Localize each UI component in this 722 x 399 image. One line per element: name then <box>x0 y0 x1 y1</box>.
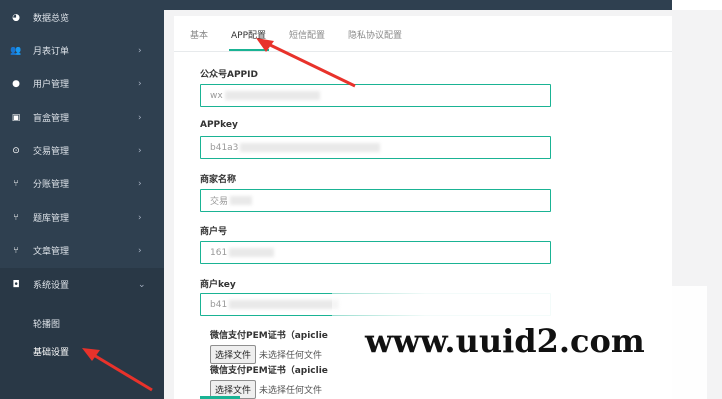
sidebar-item-question-bank[interactable]: ⑂ 题库管理 › <box>0 201 164 234</box>
redacted-value <box>224 91 320 100</box>
tab-app-config[interactable]: APP配置 <box>231 28 266 41</box>
chevron-right-icon: › <box>138 145 142 156</box>
field-label-appid: 公众号APPID <box>200 70 258 80</box>
chevron-right-icon: › <box>138 178 142 189</box>
watermark: www.uuid2.com <box>365 322 645 360</box>
exchange-icon: ⊙ <box>12 145 20 156</box>
merchant-id-input[interactable]: 161 <box>200 241 551 264</box>
sidebar-item-system-settings[interactable]: ◘ 系统设置 ⌄ <box>0 268 164 301</box>
sidebar-subitem-carousel[interactable]: 轮播图 <box>33 317 60 330</box>
field-value: b41 <box>210 299 228 310</box>
field-value: 161 <box>210 247 228 258</box>
sidebar-item-label: 系统设置 <box>33 281 70 291</box>
file-status: 未选择任何文件 <box>259 386 323 396</box>
field-value: wx <box>210 90 223 101</box>
chevron-right-icon: › <box>138 45 142 56</box>
cert-label-2: 微信支付PEM证书（apiclie <box>210 366 328 376</box>
field-value: 交易 <box>210 197 229 207</box>
top-bar <box>164 0 672 10</box>
sidebar-item-blind-box[interactable]: ▣ 盲盒管理 › <box>0 101 164 134</box>
redacted-value <box>230 196 253 205</box>
sidebar-item-label: 月表订单 <box>33 47 70 57</box>
chevron-right-icon: › <box>138 78 142 89</box>
tab-basic[interactable]: 基本 <box>190 28 208 41</box>
appid-input[interactable]: wx <box>200 84 551 107</box>
redacted-value <box>229 248 275 257</box>
submenu: 轮播图 基础设置 <box>0 301 164 399</box>
settings-icon: ◘ <box>12 279 20 290</box>
field-label-merchant-name: 商家名称 <box>200 175 237 185</box>
chevron-down-icon: ⌄ <box>138 279 146 290</box>
sidebar-item-users[interactable]: ● 用户管理 › <box>0 67 164 100</box>
appkey-input[interactable]: b41a3 <box>200 136 551 159</box>
chevron-right-icon: › <box>138 112 142 123</box>
sidebar-subitem-basic-settings[interactable]: 基础设置 <box>33 345 69 358</box>
chevron-right-icon: › <box>138 212 142 223</box>
tab-sms-config[interactable]: 短信配置 <box>289 28 325 41</box>
active-tab-indicator <box>229 49 269 51</box>
users-icon: 👥 <box>10 45 22 56</box>
sidebar-item-overview[interactable]: ◕ 数据总览 <box>0 1 164 34</box>
cert-file-picker-1: 选择文件 未选择任何文件 <box>210 345 322 364</box>
file-status: 未选择任何文件 <box>259 351 323 361</box>
field-label-merchant-key: 商户key <box>200 280 236 290</box>
box-icon: ▣ <box>11 112 21 123</box>
field-label-appkey: APPkey <box>200 120 238 130</box>
sidebar-item-label: 数据总览 <box>33 14 70 24</box>
app-root: ◕ 数据总览 👥 月表订单 › ● 用户管理 › ▣ 盲盒管理 › ⊙ 交易管理… <box>0 0 722 399</box>
fork-icon: ⑂ <box>13 212 19 223</box>
user-icon: ● <box>12 78 20 89</box>
sidebar-item-label: 盲盒管理 <box>33 114 70 124</box>
pie-chart-icon: ◕ <box>12 12 20 23</box>
redacted-value <box>240 143 381 152</box>
choose-file-button[interactable]: 选择文件 <box>210 345 257 364</box>
sidebar-item-transactions[interactable]: ⊙ 交易管理 › <box>0 134 164 167</box>
field-label-merchant-id: 商户号 <box>200 227 228 237</box>
sidebar-item-label: 分账管理 <box>33 180 70 190</box>
chevron-right-icon: › <box>138 245 142 256</box>
fork-icon: ⑂ <box>13 178 19 189</box>
cert-label-1: 微信支付PEM证书（apiclie <box>210 331 328 341</box>
sidebar: ◕ 数据总览 👥 月表订单 › ● 用户管理 › ▣ 盲盒管理 › ⊙ 交易管理… <box>0 0 164 399</box>
redacted-value <box>229 300 340 309</box>
sidebar-item-label: 用户管理 <box>33 80 70 90</box>
sidebar-item-split-accounts[interactable]: ⑂ 分账管理 › <box>0 167 164 200</box>
sidebar-item-label: 交易管理 <box>33 147 70 157</box>
tab-privacy-config[interactable]: 隐私协议配置 <box>348 28 402 41</box>
sidebar-item-monthly-orders[interactable]: 👥 月表订单 › <box>0 34 164 67</box>
field-value: b41a3 <box>210 142 239 153</box>
sidebar-item-label: 文章管理 <box>33 247 70 257</box>
sidebar-item-label: 题库管理 <box>33 214 70 224</box>
sidebar-item-articles[interactable]: ⑂ 文章管理 › <box>0 234 164 267</box>
merchant-name-input[interactable]: 交易 <box>200 189 551 212</box>
fork-icon: ⑂ <box>13 245 19 256</box>
